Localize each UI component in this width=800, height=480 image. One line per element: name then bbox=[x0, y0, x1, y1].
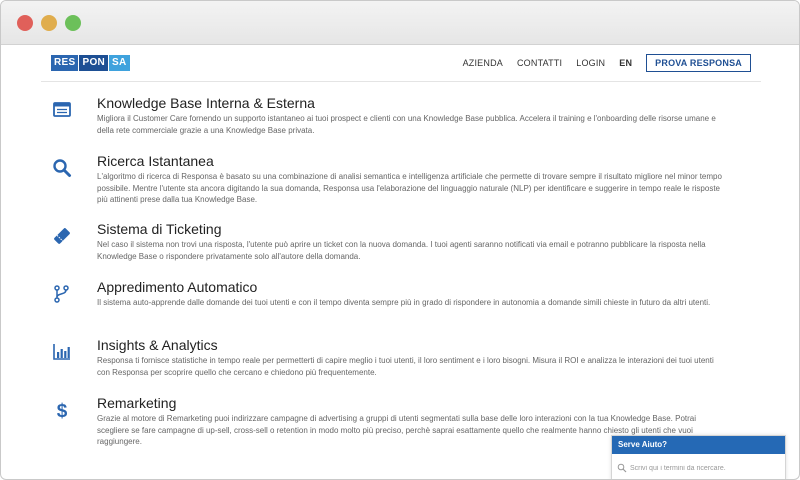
feature-title: Appredimento Automatico bbox=[97, 279, 258, 295]
feature-description: Responsa ti fornisce statistiche in temp… bbox=[97, 356, 714, 377]
feature-title: Sistema di Ticketing bbox=[97, 221, 222, 237]
ticket-icon bbox=[54, 228, 70, 244]
search-icon bbox=[617, 463, 627, 473]
language-switch-en[interactable]: EN bbox=[619, 58, 632, 68]
responsa-logo[interactable]: RES PON SA bbox=[51, 55, 130, 71]
browser-window-icon bbox=[53, 102, 71, 117]
maximize-window-icon[interactable] bbox=[65, 15, 81, 31]
logo-part: PON bbox=[79, 55, 109, 71]
feature-description: Nel caso il sistema non trovi una rispos… bbox=[97, 240, 706, 261]
logo-part: SA bbox=[109, 55, 130, 71]
feature-description: Il sistema auto-apprende dalle domande d… bbox=[97, 298, 711, 307]
help-widget: Serve Aiuto? bbox=[611, 435, 787, 479]
feature-title: Remarketing bbox=[97, 395, 177, 411]
feature-title: Knowledge Base Interna & Esterna bbox=[97, 95, 315, 111]
nav-link-login[interactable]: LOGIN bbox=[576, 58, 605, 68]
help-search-input[interactable] bbox=[630, 460, 780, 476]
try-responsa-button[interactable]: PROVA RESPONSA bbox=[646, 54, 751, 72]
help-widget-title[interactable]: Serve Aiuto? bbox=[612, 436, 785, 454]
svg-text:$: $ bbox=[57, 401, 68, 421]
dollar-icon: $ bbox=[57, 401, 68, 421]
feature-title: Insights & Analytics bbox=[97, 337, 218, 353]
nav-links: AZIENDA CONTATTI LOGIN EN PROVA RESPONSA bbox=[463, 45, 761, 81]
feature-description: Migliora il Customer Care fornendo un su… bbox=[97, 114, 716, 135]
window-titlebar bbox=[1, 1, 799, 45]
feature-description: L'algoritmo di ricerca di Responsa è bas… bbox=[97, 172, 722, 204]
site-navbar: RES PON SA AZIENDA CONTATTI LOGIN EN PRO… bbox=[41, 45, 761, 82]
logo-part: RES bbox=[51, 55, 79, 71]
help-search bbox=[612, 454, 787, 479]
nav-link-azienda[interactable]: AZIENDA bbox=[463, 58, 503, 68]
branch-icon bbox=[54, 285, 69, 303]
bar-chart-icon bbox=[53, 344, 70, 360]
nav-link-contatti[interactable]: CONTATTI bbox=[517, 58, 562, 68]
close-window-icon[interactable] bbox=[17, 15, 33, 31]
browser-window: RES PON SA AZIENDA CONTATTI LOGIN EN PRO… bbox=[0, 0, 800, 480]
search-icon bbox=[53, 159, 71, 177]
minimize-window-icon[interactable] bbox=[41, 15, 57, 31]
feature-title: Ricerca Istantanea bbox=[97, 153, 214, 169]
